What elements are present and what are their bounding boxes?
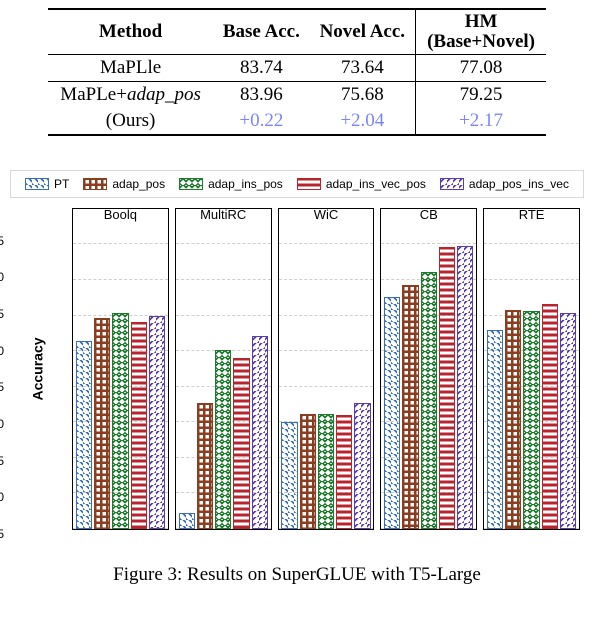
y-tick-label: 0.75	[0, 380, 4, 394]
bar-adap_ins_pos	[112, 313, 128, 529]
bar-adap_ins_pos	[318, 414, 334, 528]
cell-method: MaPLe+adap_pos	[48, 81, 213, 108]
cell-novel: 73.64	[310, 54, 416, 81]
y-tick-label: 0.85	[0, 307, 4, 321]
bar-adap_ins_pos	[523, 311, 539, 529]
table-row: (Ours) +0.22 +2.04 +2.17	[48, 108, 546, 135]
bar-PT	[384, 297, 400, 529]
bar-PT	[76, 341, 92, 529]
cell-sub: (Ours)	[48, 108, 213, 135]
bar-adap_pos_ins_vec	[149, 316, 165, 529]
y-ticks: 0.550.600.650.700.750.800.850.900.95	[0, 204, 8, 534]
cell-hm: 77.08	[416, 54, 546, 81]
bar-adap_ins_pos	[215, 350, 231, 529]
chart-panel: CB	[380, 208, 477, 530]
bar-adap_pos	[197, 403, 213, 529]
bar-adap_ins_vec_pos	[542, 304, 558, 529]
legend-label: adap_pos	[112, 177, 165, 191]
legend-item: adap_pos	[83, 177, 165, 191]
y-tick-label: 0.95	[0, 234, 4, 248]
legend-item: adap_pos_ins_vec	[440, 177, 569, 191]
chart-panel: MultiRC	[175, 208, 272, 530]
cell-delta-novel: +2.04	[310, 108, 416, 135]
cell-novel: 75.68	[310, 81, 416, 108]
chart-legend: PT adap_pos adap_ins_pos adap_ins_vec_pos ad…	[10, 170, 584, 198]
th-method: Method	[48, 9, 213, 54]
y-axis-label: Accuracy	[30, 337, 46, 400]
th-hm: HM (Base+Novel)	[416, 9, 546, 54]
bar-adap_pos_ins_vec	[354, 403, 370, 529]
bar-PT	[487, 330, 503, 528]
legend-swatch	[440, 178, 464, 190]
cell-base: 83.96	[213, 81, 309, 108]
y-tick-label: 0.60	[0, 490, 4, 504]
legend-label: adap_ins_pos	[208, 177, 283, 191]
bar-adap_pos_ins_vec	[252, 336, 268, 529]
bar-PT	[281, 422, 297, 529]
bar-adap_ins_vec_pos	[439, 247, 455, 529]
y-tick-label: 0.70	[0, 417, 4, 431]
chart-panel: WiC	[278, 208, 375, 530]
legend-label: adap_pos_ins_vec	[469, 177, 569, 191]
bar-PT	[179, 513, 195, 529]
legend-swatch	[83, 178, 107, 190]
bar-adap_ins_vec_pos	[233, 358, 249, 529]
bar-adap_ins_pos	[421, 272, 437, 529]
legend-label: PT	[54, 177, 69, 191]
table-row: MaPLe+adap_pos 83.96 75.68 79.25	[48, 81, 546, 108]
legend-swatch	[179, 178, 203, 190]
th-hm-line1: HM	[465, 11, 498, 32]
bar-adap_pos_ins_vec	[457, 246, 473, 529]
chart-panels: BoolqMultiRCWiCCBRTE	[72, 208, 580, 530]
bar-adap_pos	[300, 414, 316, 529]
th-base: Base Acc.	[213, 9, 309, 54]
legend-item: PT	[25, 177, 69, 191]
y-tick-label: 0.65	[0, 454, 4, 468]
cell-delta-hm: +2.17	[416, 108, 546, 135]
th-hm-line2: (Base+Novel)	[427, 31, 535, 52]
cell-hm: 79.25	[416, 81, 546, 108]
chart-panel: RTE	[483, 208, 580, 530]
bar-adap_ins_vec_pos	[336, 415, 352, 529]
th-novel: Novel Acc.	[310, 9, 416, 54]
bar-adap_pos_ins_vec	[560, 313, 576, 528]
bar-adap_pos	[94, 318, 110, 528]
legend-swatch	[297, 178, 321, 190]
figure-caption: Figure 3: Results on SuperGLUE with T5-L…	[0, 564, 594, 586]
legend-item: adap_ins_vec_pos	[297, 177, 426, 191]
bar-adap_pos	[505, 310, 521, 529]
cell-base: 83.74	[213, 54, 309, 81]
results-table: Method Base Acc. Novel Acc. HM (Base+Nov…	[0, 0, 594, 142]
cell-method: MaPLle	[48, 54, 213, 81]
chart-panel: Boolq	[72, 208, 169, 530]
y-tick-label: 0.80	[0, 344, 4, 358]
bar-adap_pos	[402, 285, 418, 529]
y-tick-label: 0.55	[0, 527, 4, 541]
bar-chart: Accuracy 0.550.600.650.700.750.800.850.9…	[10, 204, 584, 534]
legend-item: adap_ins_pos	[179, 177, 283, 191]
y-tick-label: 0.90	[0, 270, 4, 284]
table-row: MaPLle 83.74 73.64 77.08	[48, 54, 546, 81]
legend-swatch	[25, 178, 49, 190]
bar-adap_ins_vec_pos	[131, 322, 147, 529]
legend-label: adap_ins_vec_pos	[326, 177, 426, 191]
cell-delta-base: +0.22	[213, 108, 309, 135]
